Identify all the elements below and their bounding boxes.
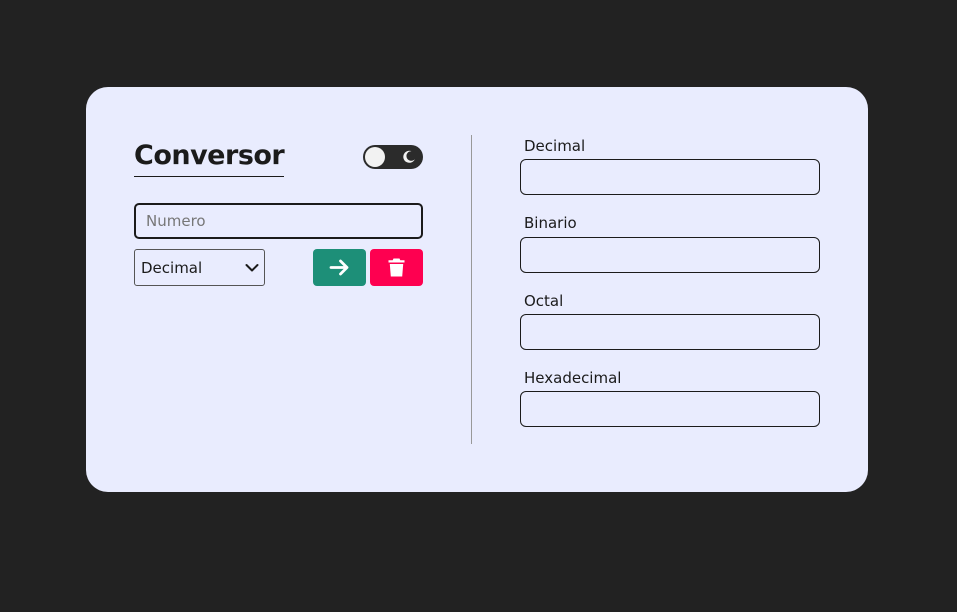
binary-output[interactable] [520,237,820,273]
divider [471,135,472,444]
octal-output[interactable] [520,314,820,350]
convert-button[interactable] [313,249,366,286]
hexadecimal-label: Hexadecimal [524,369,622,387]
page-title: Conversor [134,139,285,177]
arrow-right-icon [329,259,349,276]
base-select[interactable]: Decimal [134,249,265,286]
binary-label: Binario [524,214,577,232]
chevron-down-icon [245,264,259,272]
hexadecimal-output[interactable] [520,391,820,427]
number-input[interactable] [134,203,423,239]
decimal-output[interactable] [520,159,820,195]
toggle-knob [365,147,385,167]
base-select-value: Decimal [141,259,203,277]
trash-icon [388,258,405,277]
clear-button[interactable] [370,249,423,286]
theme-toggle[interactable] [363,145,423,169]
converter-card: Conversor Decimal Decimal Binario Octal … [86,87,868,492]
decimal-label: Decimal [524,137,586,155]
octal-label: Octal [524,292,564,310]
moon-icon [403,150,415,163]
